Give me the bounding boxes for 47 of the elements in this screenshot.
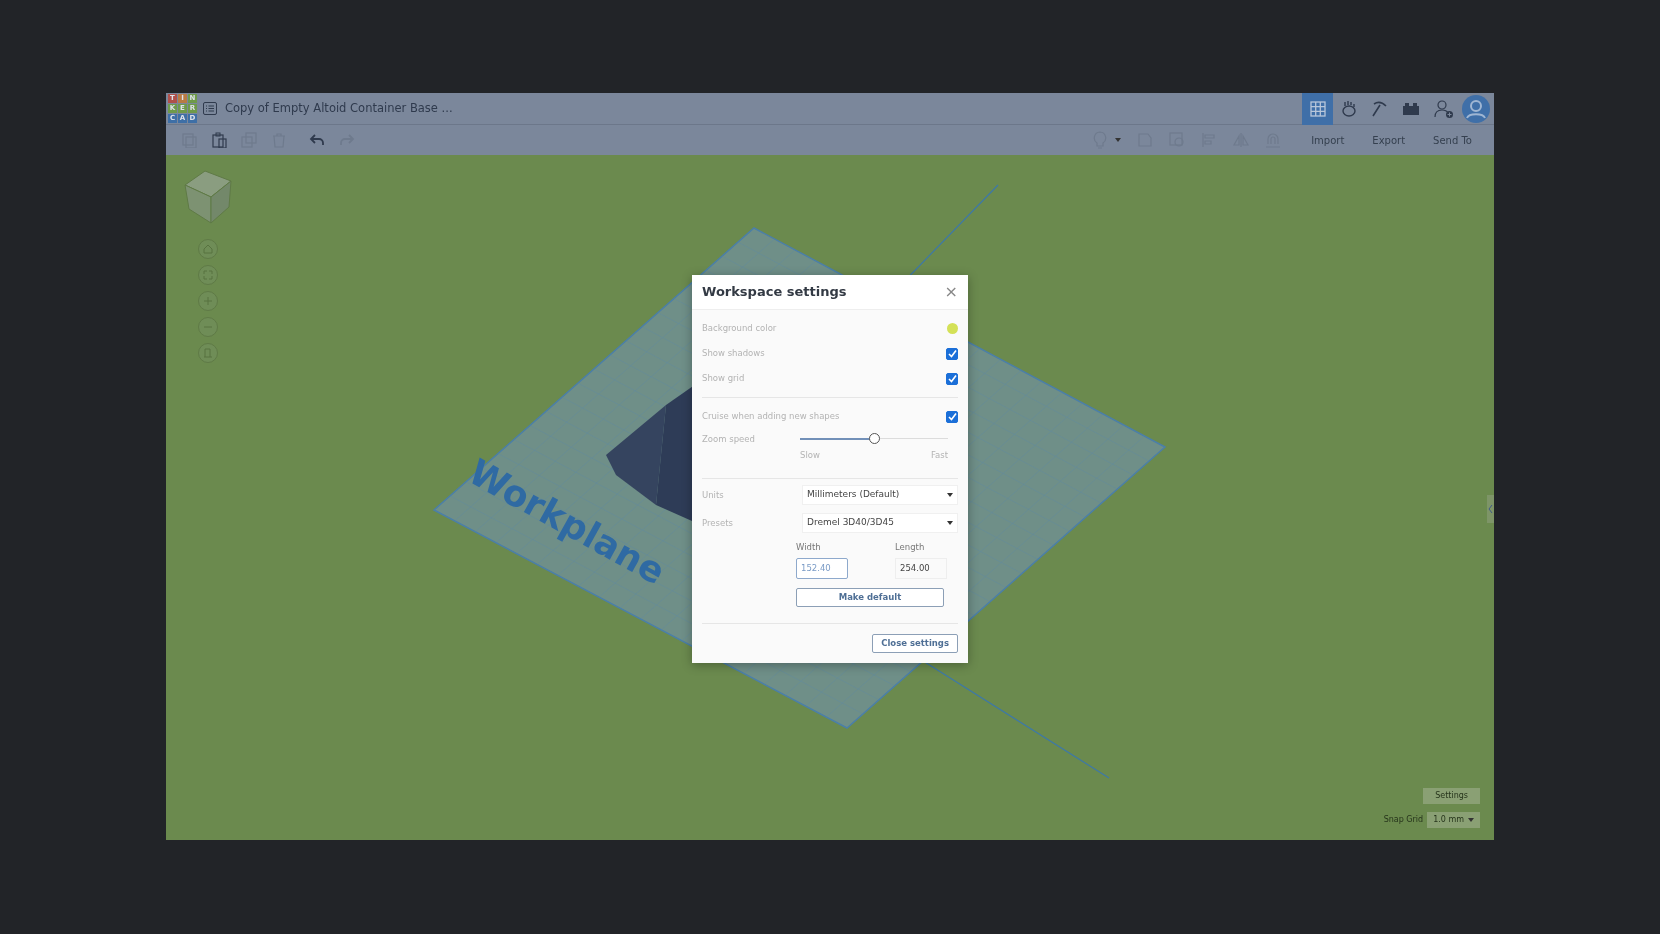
- units-select[interactable]: Millimeters (Default): [802, 484, 958, 505]
- add-user-icon[interactable]: [1434, 98, 1454, 119]
- presets-select[interactable]: Dremel 3D40/3D45: [802, 512, 958, 533]
- document-title: Copy of Empty Altoid Container Base ...: [225, 99, 453, 117]
- caret-icon: [947, 492, 953, 497]
- setting-label: Show shadows: [702, 347, 765, 360]
- toolbar-action-button[interactable]: Import: [1297, 132, 1359, 148]
- length-label: Length: [895, 540, 926, 554]
- checkbox[interactable]: [946, 372, 958, 385]
- fast-label: Fast: [930, 449, 948, 462]
- setting-label: Units: [702, 488, 724, 502]
- undo-icon: [309, 132, 325, 148]
- settings-button[interactable]: Settings: [1423, 788, 1480, 804]
- collapse-panel-button[interactable]: [1487, 495, 1494, 523]
- paste-icon: [211, 132, 227, 148]
- snap-grid-select[interactable]: 1.0 mm: [1427, 812, 1480, 828]
- caret-icon: [947, 520, 953, 525]
- outline-icon[interactable]: [203, 102, 217, 115]
- snap-grid-label: Snap Grid: [1383, 814, 1424, 826]
- avatar-icon[interactable]: [1462, 94, 1490, 123]
- toolbar-action-button[interactable]: Send To: [1419, 132, 1486, 148]
- make-default-button[interactable]: Make default: [796, 587, 944, 607]
- checkbox[interactable]: [946, 410, 958, 423]
- caret-icon[interactable]: [1115, 138, 1122, 142]
- slow-label: Slow: [800, 449, 820, 462]
- length-field[interactable]: 254.00: [895, 557, 947, 579]
- grid-icon: [1308, 99, 1327, 118]
- close-settings-button[interactable]: Close settings: [872, 633, 958, 653]
- pickaxe-icon: [1370, 99, 1389, 118]
- color-swatch[interactable]: [947, 323, 958, 334]
- setting-label: Background color: [702, 322, 777, 335]
- width-field[interactable]: 152.40: [796, 557, 848, 579]
- hand-icon: [1339, 99, 1358, 118]
- checkbox[interactable]: [946, 347, 958, 360]
- setting-label: Presets: [702, 516, 733, 530]
- setting-label: Zoom speed: [702, 433, 756, 446]
- grid-view-button[interactable]: [1302, 92, 1333, 125]
- home-view-button[interactable]: [198, 239, 218, 259]
- home-icon: [203, 244, 213, 254]
- close-button[interactable]: ×: [944, 284, 958, 300]
- toolbar-action-button[interactable]: Export: [1358, 132, 1420, 148]
- chevron-left-icon: [1488, 504, 1493, 514]
- setting-label: Show grid: [702, 372, 745, 385]
- setting-label: Cruise when adding new shapes: [702, 410, 840, 423]
- dialog-title: Workspace settings: [702, 283, 847, 302]
- zoom-slider[interactable]: [800, 433, 948, 445]
- width-label: Width: [796, 540, 822, 554]
